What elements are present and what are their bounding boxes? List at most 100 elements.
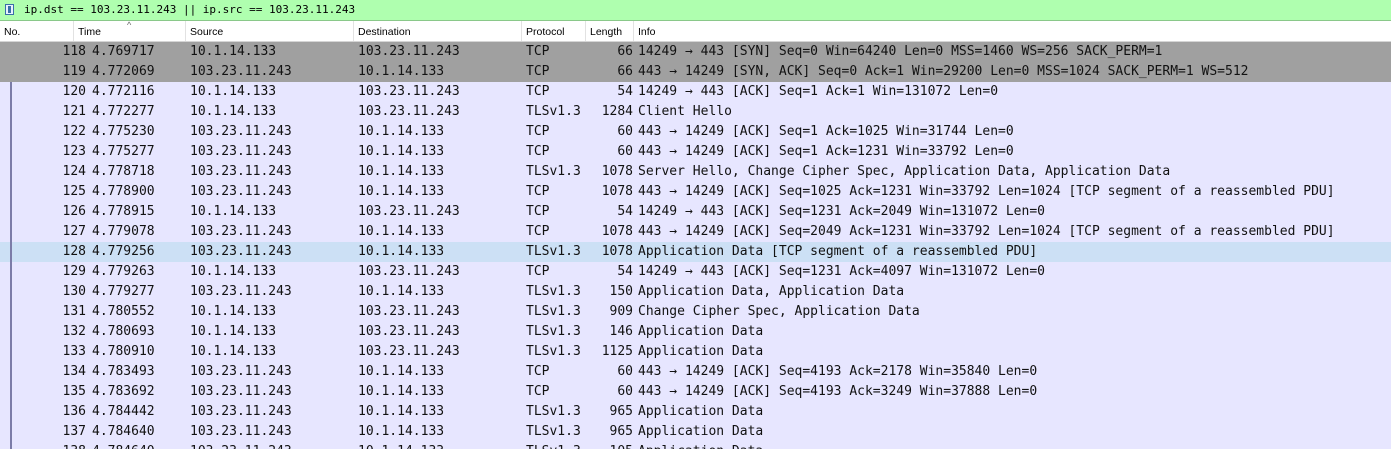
packet-row[interactable]: 138 4.784640103.23.11.24310.1.14.133TLSv1… [0, 442, 1391, 449]
packet-no-cell: 131 [62, 304, 86, 319]
packet-dst-cell: 10.1.14.133 [358, 164, 445, 179]
packet-dst-cell: 103.23.11.243 [358, 104, 460, 119]
packet-len-cell: 60 [617, 384, 633, 399]
packet-time-cell: 4.778900 [92, 184, 155, 199]
column-header-protocol[interactable]: Protocol [522, 21, 586, 41]
packet-src-cell: 103.23.11.243 [190, 384, 292, 399]
packet-no-cell: 126 [62, 204, 86, 219]
packet-time-cell: 4.783692 [92, 384, 155, 399]
packet-proto-cell: TLSv1.3 [526, 424, 581, 439]
packet-row[interactable]: 130 4.779277 103.23.11.243 10.1.14.133 TLSv1… [0, 282, 1391, 302]
packet-dst-cell: 103.23.11.243 [358, 304, 460, 319]
packet-proto-cell: TCP [526, 64, 550, 79]
packet-time-cell: 4.778718 [92, 164, 155, 179]
packet-row[interactable]: 122 4.775230 103.23.11.243 10.1.14.133 TCP 60… [0, 122, 1391, 142]
packet-src-cell: 10.1.14.133 [190, 324, 277, 339]
column-header-no[interactable]: No. [0, 21, 74, 41]
packet-dst-cell: 103.23.11.243 [358, 84, 460, 99]
packet-row[interactable]: 127 4.779078 103.23.11.243 10.1.14.133 TCP 10… [0, 222, 1391, 242]
packet-dst-cell: 10.1.14.133 [358, 424, 445, 439]
packet-row[interactable]: 136 4.784442 103.23.11.243 10.1.14.133 TLSv1… [0, 402, 1391, 422]
packet-src-cell: 10.1.14.133 [190, 264, 277, 279]
packet-time-cell: 4.783493 [92, 364, 155, 379]
packet-row[interactable]: 119 4.772069 103.23.11.243 10.1.14.133 TCP 66… [0, 62, 1391, 82]
packet-info-cell: Client Hello [638, 104, 732, 119]
packet-info-cell: 14249 → 443 [ACK] Seq=1231 Ack=2049 Win=… [638, 204, 1045, 219]
packet-len-cell: 1078 [601, 244, 633, 259]
display-filter-bar[interactable]: ip.dst == 103.23.11.243 || ip.src == 103… [0, 0, 1391, 21]
packet-no-cell: 121 [62, 104, 86, 119]
packet-row[interactable]: 129 4.779263 10.1.14.133 103.23.11.243 TCP 54… [0, 262, 1391, 282]
packet-dst-cell: 103.23.11.243 [358, 44, 460, 59]
packet-info-cell: 443 → 14249 [ACK] Seq=1025 Ack=1231 Win=… [638, 184, 1335, 199]
packet-len-cell: 54 [617, 204, 633, 219]
packet-proto-cell: TLSv1.3 [526, 244, 581, 259]
packet-len-cell: 105 [588, 442, 633, 449]
packet-proto-cell: TCP [526, 384, 550, 399]
column-header-length[interactable]: Length [586, 21, 634, 41]
packet-time-cell: 4.775277 [92, 144, 155, 159]
packet-len-cell: 66 [617, 64, 633, 79]
packet-dst-cell: 103.23.11.243 [358, 204, 460, 219]
packet-row[interactable]: 131 4.780552 10.1.14.133 103.23.11.243 TLSv1… [0, 302, 1391, 322]
packet-row[interactable]: 135 4.783692 103.23.11.243 10.1.14.133 TCP 60… [0, 382, 1391, 402]
packet-time-cell: 4.772277 [92, 104, 155, 119]
packet-src-cell: 103.23.11.243 [190, 364, 292, 379]
packet-row[interactable]: 121 4.772277 10.1.14.133 103.23.11.243 TLSv1… [0, 102, 1391, 122]
packet-time-cell: 4.784442 [92, 404, 155, 419]
display-filter-input[interactable]: ip.dst == 103.23.11.243 || ip.src == 103… [24, 3, 355, 17]
packet-dst-cell: 10.1.14.133 [358, 384, 445, 399]
packet-no-cell: 134 [62, 364, 86, 379]
packet-dst-cell: 10.1.14.133 [358, 404, 445, 419]
packet-row[interactable]: 132 4.780693 10.1.14.133 103.23.11.243 TLSv1… [0, 322, 1391, 342]
packet-dst-cell: 10.1.14.133 [358, 224, 445, 239]
packet-time-cell: 4.779256 [92, 244, 155, 259]
packet-len-cell: 1284 [601, 104, 633, 119]
packet-row[interactable]: 128 4.779256 103.23.11.243 10.1.14.133 TLSv1… [0, 242, 1391, 262]
packet-proto-cell: TCP [526, 204, 550, 219]
packet-time-cell: 4.784640 [92, 442, 188, 449]
bookmark-icon[interactable] [5, 4, 14, 15]
packet-row[interactable]: 124 4.778718 103.23.11.243 10.1.14.133 TLSv1… [0, 162, 1391, 182]
packet-row[interactable]: 118 4.769717 10.1.14.133 103.23.11.243 TCP 66… [0, 42, 1391, 62]
packet-row[interactable]: 134 4.783493 103.23.11.243 10.1.14.133 TCP 60… [0, 362, 1391, 382]
packet-row[interactable]: 125 4.778900 103.23.11.243 10.1.14.133 TCP 10… [0, 182, 1391, 202]
packet-no-cell: 123 [62, 144, 86, 159]
column-header-source[interactable]: Source [186, 21, 354, 41]
packet-time-cell: 4.784640 [92, 424, 155, 439]
packet-len-cell: 60 [617, 364, 633, 379]
packet-info-cell: Application Data [638, 324, 764, 339]
packet-src-cell: 103.23.11.243 [190, 124, 292, 139]
packet-src-cell: 103.23.11.243 [190, 244, 292, 259]
packet-row[interactable]: 123 4.775277 103.23.11.243 10.1.14.133 TCP 60… [0, 142, 1391, 162]
packet-proto-cell: TLSv1.3 [526, 344, 581, 359]
packet-row[interactable]: 137 4.784640 103.23.11.243 10.1.14.133 TLSv1… [0, 422, 1391, 442]
packet-src-cell: 103.23.11.243 [190, 404, 292, 419]
packet-row[interactable]: 133 4.780910 10.1.14.133 103.23.11.243 TLSv1… [0, 342, 1391, 362]
packet-len-cell: 1078 [601, 224, 633, 239]
packet-src-cell: 103.23.11.243 [190, 424, 292, 439]
column-header-destination[interactable]: Destination [354, 21, 522, 41]
packet-row[interactable]: 120 4.772116 10.1.14.133 103.23.11.243 TCP 54… [0, 82, 1391, 102]
packet-dst-cell: 10.1.14.133 [358, 364, 445, 379]
packet-proto-cell: TCP [526, 84, 550, 99]
packet-dst-cell: 103.23.11.243 [358, 264, 460, 279]
packet-time-cell: 4.780693 [92, 324, 155, 339]
packet-list[interactable]: 118 4.769717 10.1.14.133 103.23.11.243 TCP 66… [0, 42, 1391, 449]
packet-info-cell: 14249 → 443 [ACK] Seq=1231 Ack=4097 Win=… [638, 264, 1045, 279]
packet-row[interactable]: 126 4.778915 10.1.14.133 103.23.11.243 TCP 54… [0, 202, 1391, 222]
packet-len-cell: 60 [617, 124, 633, 139]
packet-len-cell: 54 [617, 264, 633, 279]
packet-proto-cell: TLSv1.3 [526, 284, 581, 299]
column-header-info[interactable]: Info [634, 21, 1391, 41]
packet-info-cell: Application Data [638, 344, 764, 359]
packet-time-cell: 4.775230 [92, 124, 155, 139]
packet-len-cell: 54 [617, 84, 633, 99]
packet-info-cell: Application Data [638, 442, 1391, 449]
packet-src-cell: 103.23.11.243 [190, 224, 292, 239]
packet-proto-cell: TCP [526, 144, 550, 159]
packet-time-cell: 4.779263 [92, 264, 155, 279]
packet-len-cell: 66 [617, 44, 633, 59]
packet-time-cell: 4.772116 [92, 84, 155, 99]
packet-info-cell: Application Data [TCP segment of a reass… [638, 244, 1038, 259]
